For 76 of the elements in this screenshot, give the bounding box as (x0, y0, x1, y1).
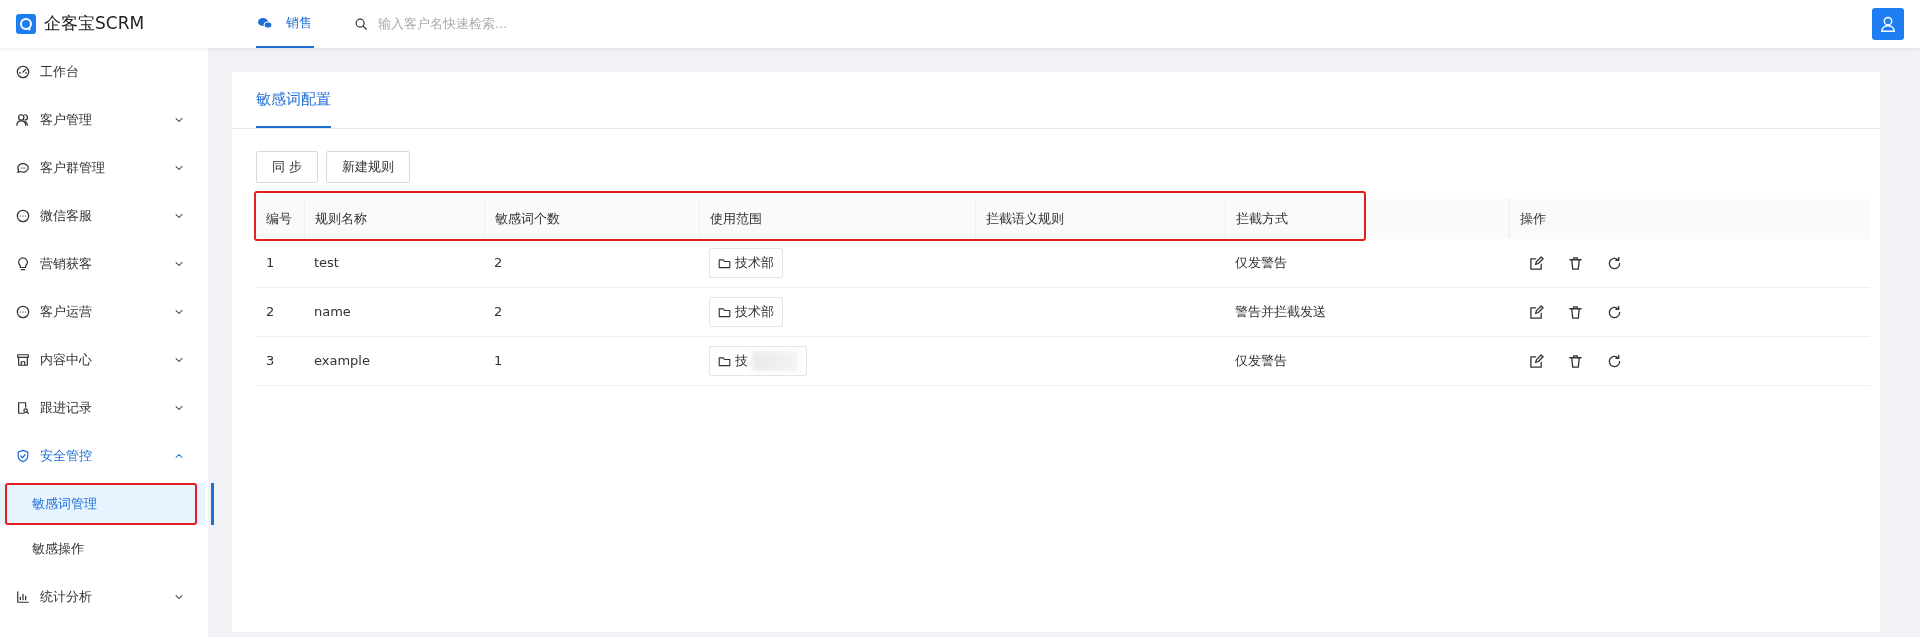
table-cell-text: name (314, 303, 351, 322)
column-header: 规则名称 (304, 199, 484, 239)
column-header: 使用范围 (699, 199, 975, 239)
edit-button[interactable] (1529, 353, 1544, 369)
table-cell-text: 仅发警告 (1235, 254, 1287, 273)
sidebar-subitem[interactable]: 敏感操作 (0, 528, 205, 570)
delete-icon (1568, 304, 1583, 320)
delete-icon (1568, 255, 1583, 271)
chat-icon (16, 161, 30, 175)
new-rule-button[interactable]: 新建规则 (326, 151, 411, 183)
folder-icon (718, 256, 731, 270)
department-tag: 技术部 (709, 297, 783, 327)
column-header: 操作 (1509, 199, 1870, 239)
sidebar-item[interactable]: 跟进记录 (0, 384, 205, 432)
edit-button[interactable] (1529, 304, 1544, 320)
table-cell-text: 仅发警告 (1235, 352, 1287, 371)
department-tag: 技术部 (709, 248, 783, 278)
search-icon (354, 17, 368, 31)
delete-button[interactable] (1568, 255, 1583, 271)
sidebar-item[interactable]: 营销获客 (0, 240, 205, 288)
edit-icon (1529, 304, 1544, 320)
table-cell-text: 2 (266, 303, 275, 322)
table-cell-text: 3 (266, 352, 275, 371)
sidebar-item[interactable]: 安全管控 (0, 432, 205, 480)
delete-button[interactable] (1568, 304, 1583, 320)
sidebar-item[interactable]: 工作台 (0, 48, 205, 96)
refresh-button[interactable] (1607, 255, 1622, 271)
sidebar-subitem[interactable]: 敏感词管理 (0, 483, 205, 525)
user-avatar[interactable] (1872, 8, 1904, 40)
sidebar-item[interactable]: 统计分析 (0, 573, 205, 621)
chat-icon (258, 17, 272, 29)
refresh-icon (1607, 255, 1622, 271)
lightbulb-icon (16, 257, 30, 271)
gauge-icon (16, 65, 30, 79)
page-tab[interactable]: 敏感词配置 (256, 72, 331, 128)
logo-icon (16, 14, 36, 34)
column-header: 拦截方式 (1225, 199, 1509, 239)
sidebar-item[interactable]: 内容中心 (0, 336, 205, 384)
nav-tab[interactable]: 销售 (256, 0, 314, 48)
table-cell-text: 1 (266, 254, 275, 273)
edit-icon (1529, 255, 1544, 271)
sidebar-item[interactable]: 微信客服 (0, 192, 205, 240)
department-tag: 技 (709, 346, 807, 376)
delete-button[interactable] (1568, 353, 1583, 369)
column-header: 编号 (256, 199, 304, 239)
delete-icon (1568, 353, 1583, 369)
table-cell-text: 警告并拦截发送 (1235, 303, 1326, 322)
refresh-icon (1607, 353, 1622, 369)
chat-bubble-icon (16, 209, 30, 223)
sidebar-item[interactable]: 客户运营 (0, 288, 205, 336)
table-cell-text: 2 (494, 254, 503, 273)
folder-icon (718, 305, 731, 319)
document-search-icon (16, 401, 30, 415)
refresh-button[interactable] (1607, 304, 1622, 320)
edit-icon (1529, 353, 1544, 369)
search-field[interactable]: 输入客户名快速检索... (376, 13, 636, 35)
chat-bubble-icon (16, 305, 30, 319)
sidebar-item[interactable]: 客户群管理 (0, 144, 205, 192)
user-icon (1879, 15, 1897, 33)
table-cell-text: example (314, 352, 370, 371)
brand-name: 企客宝SCRM (44, 12, 145, 36)
shield-icon (16, 449, 30, 463)
table-cell-text: 1 (494, 352, 503, 371)
people-icon (16, 113, 30, 127)
bar-chart-icon (16, 590, 30, 604)
sidebar-item[interactable]: 客户管理 (0, 96, 205, 144)
edit-button[interactable] (1529, 255, 1544, 271)
table-cell-text: test (314, 254, 339, 273)
folder-icon (718, 354, 731, 368)
table-cell-text: 2 (494, 303, 503, 322)
store-icon (16, 353, 30, 367)
sync-button[interactable]: 同 步 (256, 151, 319, 183)
refresh-button[interactable] (1607, 353, 1622, 369)
column-header: 拦截语义规则 (975, 199, 1225, 239)
column-header: 敏感词个数 (484, 199, 699, 239)
refresh-icon (1607, 304, 1622, 320)
